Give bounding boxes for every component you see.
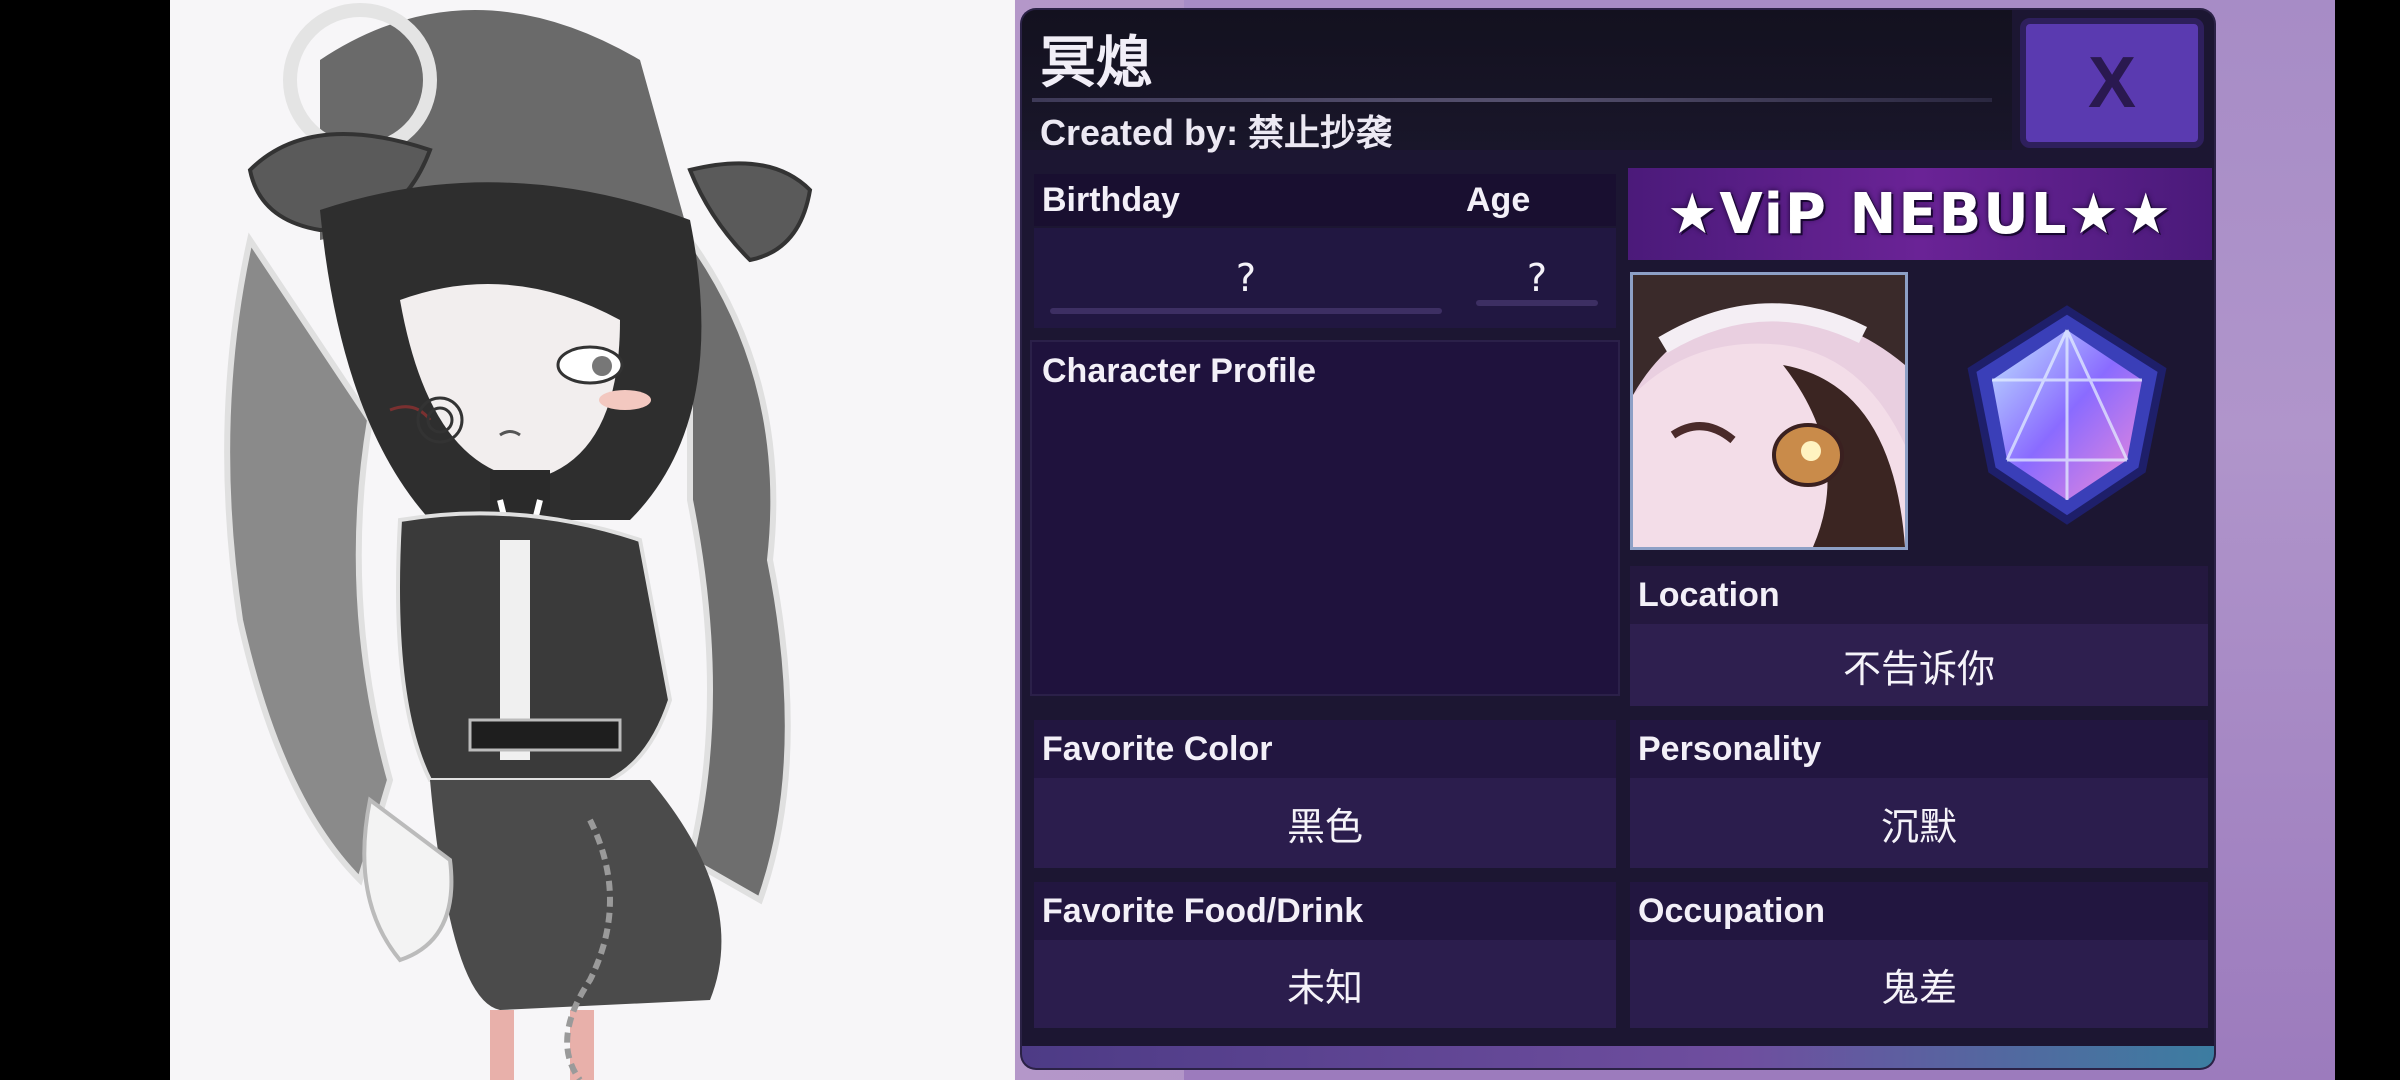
- close-icon: X: [2087, 43, 2137, 123]
- character-profile-label: Character Profile: [1042, 352, 1316, 390]
- favorite-color-value: 黑色: [1286, 804, 1363, 849]
- age-value: ?: [1526, 256, 1548, 300]
- birthday-label: Birthday: [1034, 174, 1458, 226]
- vip-nebula-text: ★ViP NEBUL★★: [1667, 181, 2173, 247]
- personality-field[interactable]: 沉默: [1630, 778, 2208, 868]
- character-illustration: [224, 3, 813, 1080]
- character-profile-panel: 冥熄 Created by: 禁止抄袭 X Birthday ? Age ? C…: [1022, 10, 2214, 1068]
- age-field[interactable]: ?: [1458, 228, 1616, 328]
- favorite-food-label: Favorite Food/Drink: [1034, 882, 1616, 940]
- location-field[interactable]: 不告诉你: [1630, 624, 2208, 706]
- portrait-image: [1633, 275, 1905, 547]
- location-label: Location: [1630, 566, 2208, 624]
- character-preview: [170, 0, 1014, 1080]
- birthday-value: ?: [1235, 256, 1257, 300]
- panel-bottom-bar: [1022, 1046, 2214, 1068]
- age-label: Age: [1458, 174, 1616, 226]
- character-portrait: [1630, 272, 1908, 550]
- title-divider: [1032, 98, 1992, 102]
- location-value: 不告诉你: [1842, 646, 1995, 691]
- vip-nebula-badge: ★ViP NEBUL★★: [1628, 168, 2212, 260]
- personality-value: 沉默: [1880, 804, 1957, 849]
- favorite-food-value: 未知: [1286, 965, 1363, 1010]
- character-profile-field[interactable]: Character Profile: [1030, 340, 1620, 696]
- title-bar: 冥熄 Created by: 禁止抄袭: [1022, 10, 2012, 153]
- occupation-field[interactable]: 鬼差: [1630, 940, 2208, 1028]
- character-name: 冥熄: [1040, 31, 1152, 96]
- personality-label: Personality: [1630, 720, 2208, 778]
- favorite-food-field[interactable]: 未知: [1034, 940, 1616, 1028]
- occupation-value: 鬼差: [1880, 965, 1957, 1010]
- age-underline: [1476, 300, 1598, 306]
- diamond-gem-icon: [1952, 300, 2182, 530]
- favorite-color-field[interactable]: 黑色: [1034, 778, 1616, 868]
- creator-label: Created by: 禁止抄袭: [1040, 112, 1393, 153]
- birthday-underline: [1050, 308, 1442, 314]
- occupation-label: Occupation: [1630, 882, 2208, 940]
- close-button[interactable]: X: [2020, 18, 2204, 148]
- favorite-color-label: Favorite Color: [1034, 720, 1616, 778]
